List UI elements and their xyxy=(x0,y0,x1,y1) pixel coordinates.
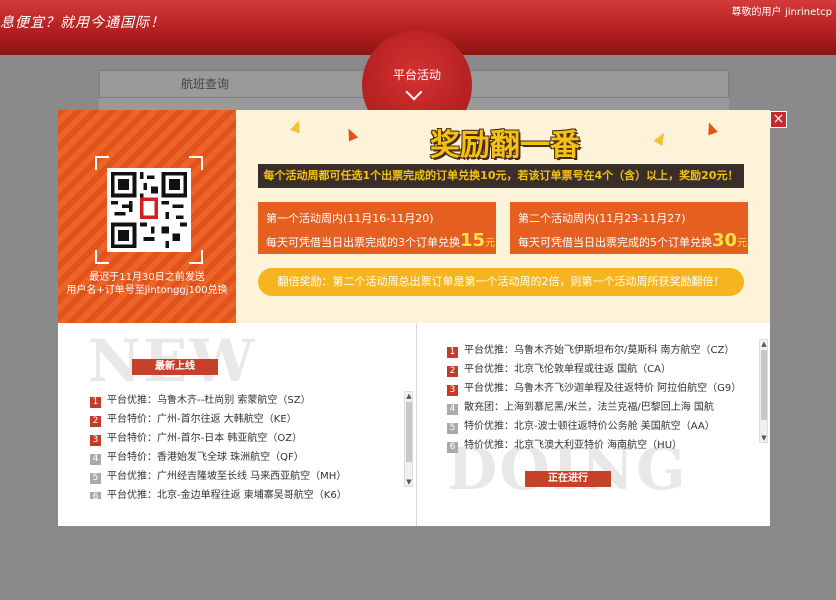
week2-box: 第二个活动周内(11月23-11月27) 每天可凭借当日出票完成的5个订单兑换3… xyxy=(510,202,748,254)
week1-currency: 元 xyxy=(485,238,496,249)
item-text[interactable]: 特价优推：北京-波士顿往返特价公务舱 美国航空（AA） xyxy=(464,421,715,432)
list-item[interactable]: 5 特价优推：北京-波士顿往返特价公务舱 美国航空（AA） xyxy=(447,417,747,436)
user-greeting: 尊敬的用户 jinrinetcp xyxy=(731,3,832,18)
list-item[interactable]: 2 平台特价：广州-首尔往返 大韩航空（KE） xyxy=(90,410,390,429)
tab-flight-search[interactable]: 航班查询 xyxy=(100,71,310,97)
new-list: 1 平台优推：乌鲁木齐--杜尚别 索蒙航空（SZ） 2 平台特价：广州-首尔往返 大… xyxy=(90,391,390,499)
item-text[interactable]: 特价优推：北京飞澳大利亚特价 海南航空（HU） xyxy=(464,440,682,451)
scroll-down-icon[interactable]: ▼ xyxy=(760,434,768,442)
week2-title: 第二个活动周内(11月23-11月27) xyxy=(518,212,686,225)
list-item[interactable]: 1 平台优推：乌鲁木齐--杜尚别 索蒙航空（SZ） xyxy=(90,391,390,410)
scroll-thumb[interactable] xyxy=(761,350,767,420)
promo-content: 奖励翻一番 每个活动周都可任选1个出票完成的订单兑换10元，若该订单票号在4个（… xyxy=(236,110,770,323)
confetti-icon xyxy=(343,126,359,142)
promo-rule: 每个活动周都可任选1个出票完成的订单兑换10元，若该订单票号在4个（含）以上，奖… xyxy=(258,164,744,188)
item-number: 5 xyxy=(90,473,101,484)
scroll-thumb[interactable] xyxy=(406,402,412,462)
item-number: 3 xyxy=(447,385,458,396)
promo-note-line1: 最迟于11月30日之前发送 xyxy=(89,272,205,283)
confetti-icon xyxy=(653,130,669,146)
week1-desc-text: 每天可凭借当日出票完成的3个订单兑换 xyxy=(266,236,460,249)
list-item[interactable]: 1 平台优推：乌鲁木齐始飞伊斯坦布尔/莫斯科 南方航空（CZ） xyxy=(447,341,747,360)
item-number: 1 xyxy=(90,397,101,408)
week1-box: 第一个活动周内(11月16-11月20) 每天可凭借当日出票完成的3个订单兑换1… xyxy=(258,202,496,254)
promo-note: 最迟于11月30日之前发送 用户名+订单号至jintonggj100兑换 xyxy=(58,271,236,297)
item-text[interactable]: 平台优推：北京飞伦敦单程或往返 国航（CA） xyxy=(464,364,671,375)
list-item[interactable]: 4 散充团：上海到慕尼黑/米兰，法兰克福/巴黎回上海 国航 xyxy=(447,398,747,417)
new-tag: 最新上线 xyxy=(132,359,218,375)
item-number: 5 xyxy=(447,423,458,434)
qr-corner-icon xyxy=(95,250,109,264)
doing-list: 1 平台优推：乌鲁木齐始飞伊斯坦布尔/莫斯科 南方航空（CZ） 2 平台优推：北京飞… xyxy=(447,341,747,455)
new-list-scrollbar[interactable]: ▲ ▼ xyxy=(404,391,413,487)
confetti-icon xyxy=(704,120,718,136)
list-item[interactable]: 5 平台优推：广州经吉隆坡至长线 马来西亚航空（MH） xyxy=(90,467,390,486)
promo-qr-panel: 最迟于11月30日之前发送 用户名+订单号至jintonggj100兑换 xyxy=(58,110,236,323)
qr-code-icon xyxy=(111,172,187,248)
item-text[interactable]: 平台优推：北京-金边单程往返 柬埔寨吴哥航空（K6） xyxy=(107,490,347,499)
doing-tag: 正在进行 xyxy=(525,471,611,487)
item-number: 6 xyxy=(447,442,458,453)
item-text[interactable]: 平台优推：乌鲁木齐始飞伊斯坦布尔/莫斯科 南方航空（CZ） xyxy=(464,345,734,356)
bonus-bar: 翻倍奖励：第二个活动周总出票订单是第一个活动周的2倍，则第一个活动周所获奖励翻倍… xyxy=(258,268,744,296)
week2-desc-text: 每天可凭借当日出票完成的5个订单兑换 xyxy=(518,236,712,249)
close-icon[interactable]: × xyxy=(770,111,787,128)
doing-panel: DOING 1 平台优推：乌鲁木齐始飞伊斯坦布尔/莫斯科 南方航空（CZ） 2 平台… xyxy=(416,323,770,526)
username[interactable]: jinrinetcp xyxy=(785,7,832,18)
platform-activity-label[interactable]: 平台活动 xyxy=(362,66,472,83)
item-text[interactable]: 散充团：上海到慕尼黑/米兰，法兰克福/巴黎回上海 国航 xyxy=(464,402,714,413)
week2-currency: 元 xyxy=(737,238,748,249)
scroll-up-icon[interactable]: ▲ xyxy=(405,392,413,400)
list-item[interactable]: 4 平台特价：香港始发飞全球 珠洲航空（QF） xyxy=(90,448,390,467)
list-item[interactable]: 6 特价优推：北京飞澳大利亚特价 海南航空（HU） xyxy=(447,436,747,455)
item-text[interactable]: 平台特价：香港始发飞全球 珠洲航空（QF） xyxy=(107,452,304,463)
promo-note-line2: 用户名+订单号至jintonggj100兑换 xyxy=(66,285,228,296)
item-number: 3 xyxy=(90,435,101,446)
week2-desc: 每天可凭借当日出票完成的5个订单兑换30元 xyxy=(518,230,747,251)
promo-banner: 最迟于11月30日之前发送 用户名+订单号至jintonggj100兑换 奖励翻… xyxy=(58,110,770,323)
doing-list-scrollbar[interactable]: ▲ ▼ xyxy=(759,339,768,443)
week1-title: 第一个活动周内(11月16-11月20) xyxy=(266,212,434,225)
item-number: 2 xyxy=(447,366,458,377)
item-number: 2 xyxy=(90,416,101,427)
item-text[interactable]: 平台优推：乌鲁木齐--杜尚别 索蒙航空（SZ） xyxy=(107,395,311,406)
scroll-up-icon[interactable]: ▲ xyxy=(760,340,768,348)
item-text[interactable]: 平台特价：广州-首尔往返 大韩航空（KE） xyxy=(107,414,297,425)
week1-desc: 每天可凭借当日出票完成的3个订单兑换15元 xyxy=(266,230,495,251)
qr-code xyxy=(107,168,191,252)
item-number: 4 xyxy=(90,454,101,465)
promo-headline: 奖励翻一番 xyxy=(430,128,580,163)
qr-corner-icon xyxy=(189,156,203,170)
list-item[interactable]: 2 平台优推：北京飞伦敦单程或往返 国航（CA） xyxy=(447,360,747,379)
qr-frame xyxy=(95,156,203,264)
confetti-icon xyxy=(290,118,304,134)
list-item[interactable]: 3 平台优推：乌鲁木齐飞沙迦单程及往返特价 阿拉伯航空（G9） xyxy=(447,379,747,398)
item-text[interactable]: 平台优推：广州经吉隆坡至长线 马来西亚航空（MH） xyxy=(107,471,346,482)
item-number: 6 xyxy=(90,492,101,499)
qr-corner-icon xyxy=(189,250,203,264)
week1-amount: 15 xyxy=(460,230,486,251)
scroll-down-icon[interactable]: ▼ xyxy=(405,478,413,486)
item-number: 1 xyxy=(447,347,458,358)
activity-modal: 最迟于11月30日之前发送 用户名+订单号至jintonggj100兑换 奖励翻… xyxy=(58,110,770,526)
item-text[interactable]: 平台特价：广州-首尔-日本 韩亚航空（OZ） xyxy=(107,433,302,444)
list-item[interactable]: 6 平台优推：北京-金边单程往返 柬埔寨吴哥航空（K6） xyxy=(90,486,390,499)
header-slogan: 息便宜？就用今通国际！ xyxy=(0,15,165,31)
list-item[interactable]: 3 平台特价：广州-首尔-日本 韩亚航空（OZ） xyxy=(90,429,390,448)
item-number: 4 xyxy=(447,404,458,415)
week2-amount: 30 xyxy=(712,230,738,251)
new-panel: NEW 最新上线 1平台优推：乌鲁木齐--杜尚别 索蒙航空（SZ） 2平台特价：… xyxy=(58,323,414,526)
item-text[interactable]: 平台优推：乌鲁木齐飞沙迦单程及往返特价 阿拉伯航空（G9） xyxy=(464,383,741,394)
user-prefix: 尊敬的用户 xyxy=(731,7,782,18)
